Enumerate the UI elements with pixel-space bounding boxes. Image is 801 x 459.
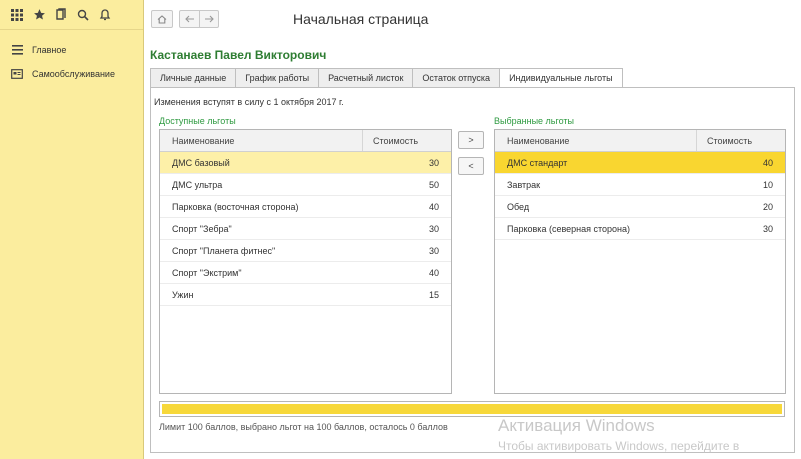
tab-payslip[interactable]: Расчетный листок <box>318 68 413 88</box>
column-header-cost[interactable]: Стоимость <box>363 136 451 146</box>
toolbar: Начальная страница <box>145 0 801 38</box>
benefit-cost: 30 <box>428 245 439 256</box>
benefit-name: Спорт "Зебра" <box>172 223 232 234</box>
tab-personal-data[interactable]: Личные данные <box>150 68 236 88</box>
tab-vacation-balance[interactable]: Остаток отпуска <box>412 68 500 88</box>
benefit-name: Ужин <box>172 289 194 300</box>
menu-lines-icon <box>10 45 24 55</box>
column-header-name[interactable]: Наименование <box>160 130 363 151</box>
table-row[interactable]: Спорт "Экстрим" 40 <box>160 262 451 284</box>
main-area: Начальная страница Кастанаев Павел Викто… <box>145 0 801 459</box>
history-icon[interactable] <box>50 4 72 26</box>
selected-benefits-label: Выбранные льготы <box>494 116 574 126</box>
table-row[interactable]: Завтрак 10 <box>495 174 785 196</box>
sidebar: Главное Самообслуживание <box>0 0 144 459</box>
points-status-text: Лимит 100 баллов, выбрано льгот на 100 б… <box>159 422 448 432</box>
table-row[interactable]: Обед 20 <box>495 196 785 218</box>
benefit-cost: 40 <box>762 157 773 168</box>
sidebar-item-self-service[interactable]: Самообслуживание <box>0 62 143 86</box>
table-row[interactable]: Парковка (северная сторона) 30 <box>495 218 785 240</box>
star-icon[interactable] <box>28 4 50 26</box>
benefit-cost: 40 <box>428 201 439 212</box>
tab-bar: Личные данные График работы Расчетный ли… <box>150 68 623 88</box>
benefit-name: Спорт "Планета фитнес" <box>172 245 276 256</box>
benefit-name: Обед <box>507 201 530 212</box>
table-row[interactable]: ДМС стандарт 40 <box>495 152 785 174</box>
benefit-name: ДМС базовый <box>172 157 230 168</box>
table-row[interactable]: Спорт "Зебра" 30 <box>160 218 451 240</box>
remove-benefit-button[interactable]: < <box>458 157 484 175</box>
back-button[interactable] <box>180 11 199 27</box>
sidebar-item-label: Главное <box>32 45 67 55</box>
sidebar-item-main[interactable]: Главное <box>0 38 143 62</box>
table-row[interactable]: Спорт "Планета фитнес" 30 <box>160 240 451 262</box>
table-header: Наименование Стоимость <box>495 130 785 152</box>
bell-icon[interactable] <box>94 4 116 26</box>
benefit-cost: 30 <box>762 223 773 234</box>
benefit-cost: 30 <box>428 157 439 168</box>
table-row[interactable]: Ужин 15 <box>160 284 451 306</box>
add-benefit-button[interactable]: > <box>458 131 484 149</box>
forward-button[interactable] <box>199 11 218 27</box>
table-row[interactable]: ДМС ультра 50 <box>160 174 451 196</box>
page-title: Начальная страница <box>293 11 429 27</box>
benefit-cost: 20 <box>762 201 773 212</box>
sidebar-toolbar <box>0 0 143 30</box>
card-icon <box>10 69 24 79</box>
nav-group <box>179 10 219 28</box>
selected-benefits-table[interactable]: Наименование Стоимость ДМС стандарт 40 З… <box>494 129 786 394</box>
points-progress-fill <box>162 404 782 414</box>
sidebar-item-label: Самообслуживание <box>32 69 115 79</box>
points-progress-bar <box>159 401 785 417</box>
benefit-cost: 40 <box>428 267 439 278</box>
benefit-name: ДМС стандарт <box>507 157 568 168</box>
benefit-cost: 10 <box>762 179 773 190</box>
benefit-name: ДМС ультра <box>172 179 223 190</box>
benefit-cost: 50 <box>428 179 439 190</box>
table-row[interactable]: ДМС базовый 30 <box>160 152 451 174</box>
benefit-cost: 15 <box>428 289 439 300</box>
search-icon[interactable] <box>72 4 94 26</box>
column-header-name[interactable]: Наименование <box>495 130 697 151</box>
benefit-name: Спорт "Экстрим" <box>172 267 242 278</box>
apps-grid-icon[interactable] <box>6 4 28 26</box>
effective-date-notice: Изменения вступят в силу с 1 октября 201… <box>154 97 344 107</box>
benefit-name: Завтрак <box>507 179 541 190</box>
benefit-cost: 30 <box>428 223 439 234</box>
available-benefits-label: Доступные льготы <box>159 116 236 126</box>
available-benefits-table[interactable]: Наименование Стоимость ДМС базовый 30 ДМ… <box>159 129 452 394</box>
benefit-name: Парковка (восточная сторона) <box>172 201 299 212</box>
benefit-name: Парковка (северная сторона) <box>507 223 630 234</box>
employee-name: Кастанаев Павел Викторович <box>150 48 327 62</box>
table-header: Наименование Стоимость <box>160 130 451 152</box>
home-button[interactable] <box>151 10 173 28</box>
table-row[interactable]: Парковка (восточная сторона) 40 <box>160 196 451 218</box>
tab-work-schedule[interactable]: График работы <box>235 68 319 88</box>
column-header-cost[interactable]: Стоимость <box>697 136 785 146</box>
tab-individual-benefits[interactable]: Индивидуальные льготы <box>499 68 623 88</box>
